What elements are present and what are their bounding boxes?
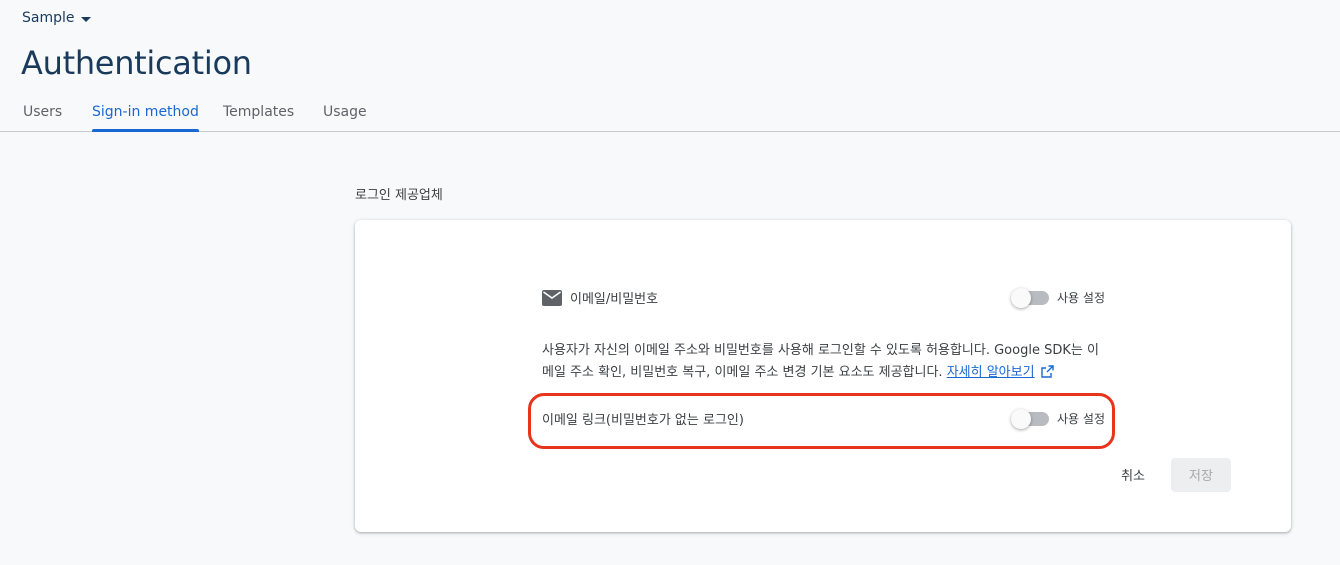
toggle-label: 사용 설정: [1057, 412, 1105, 426]
save-button[interactable]: 저장: [1171, 457, 1231, 492]
mail-icon: [542, 289, 562, 306]
action-bar: 취소 저장: [1109, 456, 1231, 493]
tab-bar: Users Sign-in method Templates Usage: [0, 96, 1340, 132]
cancel-button[interactable]: 취소: [1109, 456, 1157, 493]
email-link-label: 이메일 링크(비밀번호가 없는 로그인): [542, 413, 744, 428]
chevron-down-icon: [80, 16, 91, 22]
learn-more-link[interactable]: 자세히 알아보기: [947, 365, 1035, 380]
page-title: Authentication: [21, 44, 252, 82]
tab-templates[interactable]: Templates: [223, 104, 294, 131]
email-link-row: 이메일 링크(비밀번호가 없는 로그인) 사용 설정: [542, 408, 1105, 429]
section-title: 로그인 제공업체: [355, 188, 443, 203]
tab-usage[interactable]: Usage: [323, 104, 367, 131]
provider-card: 이메일/비밀번호 사용 설정 사용자가 자신의 이메일 주소와 비밀번호를 사용…: [355, 220, 1291, 532]
provider-description: 사용자가 자신의 이메일 주소와 비밀번호를 사용해 로그인할 수 있도록 허용…: [542, 340, 1110, 386]
open-in-new-icon: [1041, 364, 1054, 386]
project-switcher[interactable]: Sample: [22, 10, 91, 26]
toggle-label: 사용 설정: [1057, 291, 1105, 305]
email-password-row: 이메일/비밀번호 사용 설정: [542, 287, 1105, 308]
email-link-toggle[interactable]: 사용 설정: [1011, 408, 1105, 429]
tab-sign-in-method[interactable]: Sign-in method: [92, 104, 199, 132]
toggle-switch[interactable]: [1011, 408, 1050, 429]
tab-users[interactable]: Users: [23, 104, 62, 131]
email-password-toggle[interactable]: 사용 설정: [1011, 287, 1105, 308]
toggle-switch[interactable]: [1011, 287, 1050, 308]
project-name: Sample: [22, 10, 75, 26]
email-password-label: 이메일/비밀번호: [570, 292, 659, 307]
